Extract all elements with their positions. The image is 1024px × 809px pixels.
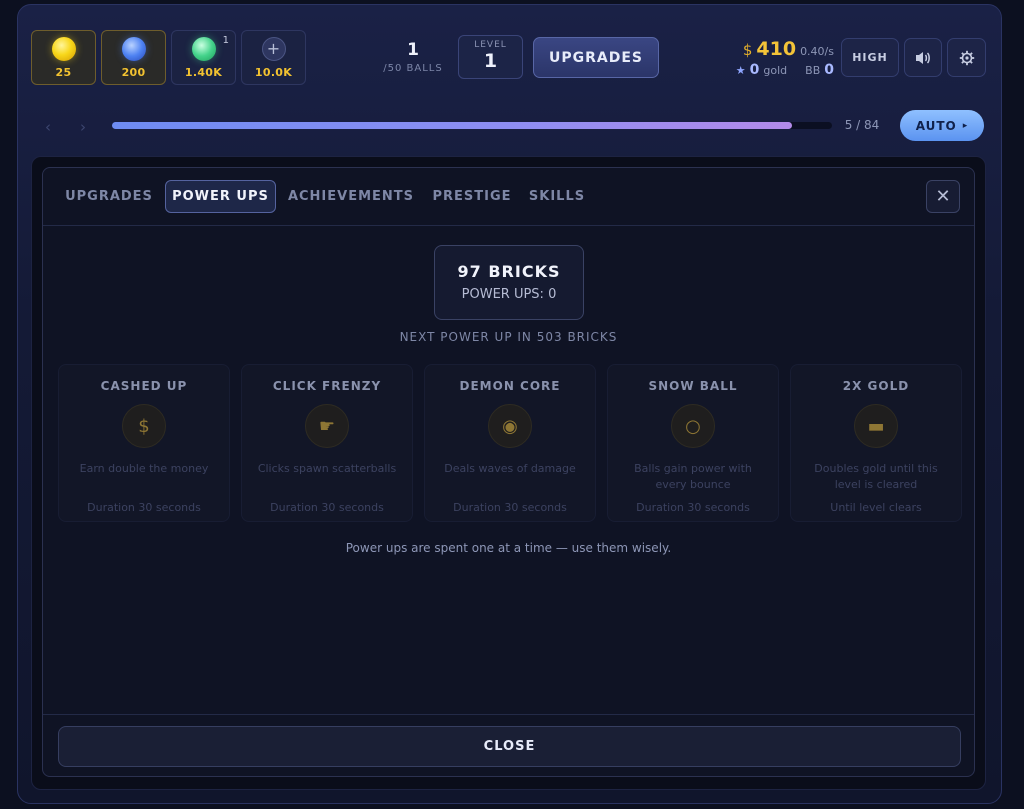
powerups-count: POWER UPS: 0 [461, 287, 557, 302]
balls-count: 1 /50 BALLS [380, 40, 446, 74]
powerup-duration: Duration 30 seconds [453, 501, 567, 514]
tab-power-ups[interactable]: POWER UPS [165, 180, 276, 213]
settings-button[interactable] [947, 38, 986, 77]
level-progress-fill [112, 122, 792, 129]
next-powerup-text: NEXT POWER UP IN 503 BRICKS [399, 330, 618, 344]
balls-count-max: /50 BALLS [383, 63, 443, 74]
money-value: 410 [756, 38, 797, 60]
balls-count-value: 1 [407, 40, 419, 60]
ball-price: 10.0K [254, 66, 293, 79]
level-progress-bar [112, 122, 832, 129]
powerup-name: SNOW BALL [648, 379, 738, 393]
powerup-description: Clicks spawn scatterballs [257, 462, 397, 475]
powerup-name: CASHED UP [100, 379, 188, 393]
powerup-description: Doubles gold until this level is cleared [814, 462, 938, 491]
powerup-cards: CASHED UP $ Earn double the money Durati… [58, 364, 962, 524]
bb-value: 0 [824, 62, 834, 78]
green-ball-icon [191, 37, 216, 61]
level-value: 1 [483, 50, 498, 72]
ball-slot-blue[interactable]: 200 [101, 30, 166, 85]
play-icon: ▸ [962, 120, 969, 131]
money-rate: 0.40/s [800, 45, 834, 58]
powerup-duration: Duration 30 seconds [87, 501, 201, 514]
bb-label: BB [805, 64, 821, 77]
powerups-modal: UPGRADES POWER UPS ACHIEVEMENTS PRESTIGE… [42, 167, 975, 777]
powerup-description: Deals waves of damage [444, 462, 576, 475]
sound-button[interactable] [904, 38, 942, 77]
powerup-name: DEMON CORE [459, 379, 561, 393]
close-button[interactable]: CLOSE [58, 726, 961, 767]
gold-value: 0 [749, 62, 760, 78]
speaker-icon [916, 51, 930, 64]
ball-price: 1.40K [184, 66, 223, 79]
powerup-duration: Duration 30 seconds [270, 501, 384, 514]
level-indicator: LEVEL 1 [458, 35, 523, 79]
powerup-description: Balls gain power with every bounce [634, 462, 752, 491]
powerup-duration: Duration 30 seconds [636, 501, 750, 514]
powerup-card-demon-core[interactable]: DEMON CORE ◉ Deals waves of damage Durat… [424, 364, 596, 522]
ball-count-badge: 1 [222, 35, 229, 46]
powerup-name: 2X GOLD [842, 379, 910, 393]
level-progress-text: 5 / 84 [844, 118, 880, 132]
ball-price: 25 [55, 66, 72, 79]
powerup-description: Earn double the money [79, 462, 209, 475]
ball-slot-yellow[interactable]: 25 [31, 30, 96, 85]
powerup-name: CLICK FRENZY [272, 379, 382, 393]
bricks-count: 97 BRICKS [457, 262, 561, 281]
level-label: LEVEL [474, 40, 507, 50]
modal-close-icon[interactable]: ✕ [926, 180, 960, 213]
powerup-card-snow-ball[interactable]: SNOW BALL ○ Balls gain power with every … [607, 364, 779, 522]
dollar-icon: $ [122, 404, 166, 448]
blue-ball-icon [121, 37, 146, 61]
tab-skills[interactable]: SKILLS [526, 180, 588, 213]
upgrades-button[interactable]: UPGRADES [533, 37, 659, 78]
prev-level-arrow[interactable]: ‹ [45, 118, 51, 136]
gold-bar-icon: ▬ [854, 404, 898, 448]
modal-footer-divider [43, 714, 974, 715]
next-level-arrow[interactable]: › [80, 118, 86, 136]
circle-icon: ○ [671, 404, 715, 448]
powerup-card-2x-gold[interactable]: 2X GOLD ▬ Doubles gold until this level … [790, 364, 962, 522]
core-icon: ◉ [488, 404, 532, 448]
auto-button[interactable]: AUTO ▸ [900, 110, 984, 141]
star-icon: ★ [735, 64, 746, 77]
ball-slot-green[interactable]: 1 1.40K [171, 30, 236, 85]
ball-price: 200 [121, 66, 146, 79]
powerup-card-cashed-up[interactable]: CASHED UP $ Earn double the money Durati… [58, 364, 230, 522]
modal-tabs: UPGRADES POWER UPS ACHIEVEMENTS PRESTIGE… [43, 168, 974, 226]
powerup-card-click-frenzy[interactable]: CLICK FRENZY ☛ Clicks spawn scatterballs… [241, 364, 413, 522]
powerups-hint: Power ups are spent one at a time — use … [345, 541, 672, 555]
pointing-hand-icon: ☛ [305, 404, 349, 448]
plus-icon: + [261, 37, 286, 61]
bricks-summary: 97 BRICKS POWER UPS: 0 [434, 245, 584, 320]
tab-achievements[interactable]: ACHIEVEMENTS [286, 180, 416, 213]
quality-button[interactable]: HIGH [841, 38, 899, 77]
tab-prestige[interactable]: PRESTIGE [429, 180, 515, 213]
powerup-duration: Until level clears [830, 501, 922, 514]
auto-label: AUTO [915, 118, 957, 133]
gear-icon [959, 50, 974, 65]
ball-slot-locked[interactable]: + 10.0K [241, 30, 306, 85]
money-display: $ 410 0.40/s ★ 0 gold BB 0 [728, 38, 834, 78]
gold-label: gold [763, 64, 788, 77]
dollar-icon: $ [742, 41, 753, 59]
yellow-ball-icon [51, 37, 76, 61]
tab-upgrades[interactable]: UPGRADES [63, 180, 155, 213]
